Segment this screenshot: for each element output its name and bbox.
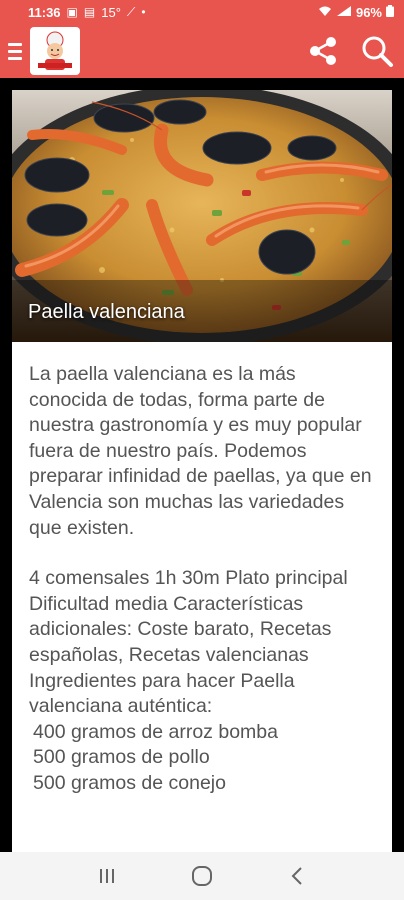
recipe-hero-image: Paella valenciana — [12, 90, 392, 342]
ingredient-item: 500 gramos de conejo — [33, 771, 226, 794]
hamburger-icon[interactable] — [0, 24, 30, 78]
dot-icon: • — [141, 5, 146, 19]
search-icon[interactable] — [358, 32, 396, 70]
recipe-meta: 4 comensales 1h 30m Plato principal Difi… — [29, 567, 348, 666]
header-divider — [0, 78, 404, 90]
status-bar: 11:36 ▣ ▤ 15° ⟋ • 96% — [0, 0, 404, 24]
image-notification-icon: ▤ — [83, 5, 96, 19]
status-temperature: 15° — [101, 4, 121, 20]
ingredient-item: 400 gramos de arroz bomba — [33, 720, 278, 743]
signal-icon — [336, 5, 352, 19]
back-icon[interactable] — [277, 856, 317, 896]
share-icon[interactable] — [304, 32, 342, 70]
system-nav-bar — [0, 852, 404, 900]
cleaner-icon: ⟋ — [126, 5, 136, 19]
gallery-notification-icon: ▣ — [66, 5, 78, 19]
recipe-details: 4 comensales 1h 30m Plato principal Difi… — [29, 566, 378, 796]
app-bar — [0, 24, 404, 78]
home-icon[interactable] — [182, 856, 222, 896]
recipe-description: La paella valenciana es la más conocida … — [29, 363, 372, 539]
ingredients-title: Ingredientes para hacer Paella valencian… — [29, 669, 295, 718]
recents-icon[interactable] — [87, 856, 127, 896]
battery-level: 96% — [355, 4, 382, 20]
recipe-title: Paella valenciana — [28, 301, 185, 323]
chef-logo-icon[interactable] — [30, 27, 80, 75]
battery-icon — [386, 5, 394, 19]
wifi-icon — [318, 5, 332, 19]
recipe-content: La paella valenciana es la más conocida … — [12, 342, 392, 852]
ingredient-item: 500 gramos de pollo — [33, 746, 210, 769]
status-time: 11:36 — [28, 4, 61, 20]
